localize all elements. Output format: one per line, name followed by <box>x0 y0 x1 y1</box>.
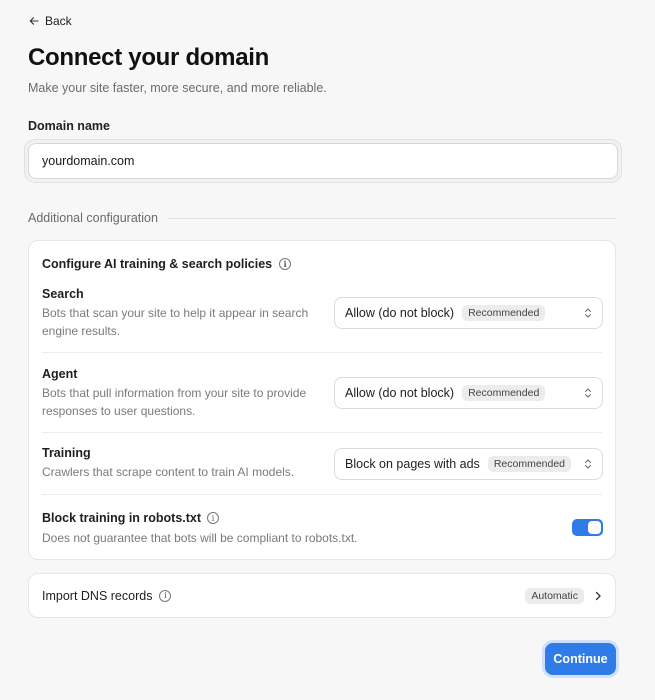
recommended-badge: Recommended <box>487 456 572 472</box>
dns-label: Import DNS records <box>42 588 153 603</box>
ai-policies-title-text: Configure AI training & search policies <box>42 257 273 271</box>
info-icon[interactable]: i <box>279 258 292 270</box>
search-policy-select[interactable]: Allow (do not block) Recommended <box>334 297 603 329</box>
ai-policies-card: Configure AI training & search policies … <box>28 240 616 560</box>
domain-name-input[interactable] <box>28 143 618 179</box>
toggle-knob <box>588 521 601 534</box>
row-divider <box>42 352 602 353</box>
policy-description: Crawlers that scrape content to train AI… <box>42 465 295 479</box>
section-divider <box>167 217 616 219</box>
chevron-up-down-icon <box>584 458 592 470</box>
select-value: Allow (do not block) <box>345 306 455 320</box>
row-divider <box>42 494 602 495</box>
row-divider <box>42 432 602 433</box>
select-value: Allow (do not block) <box>345 386 455 400</box>
info-icon[interactable]: i <box>159 589 172 602</box>
policy-description: Bots that pull information from your sit… <box>42 386 307 418</box>
import-dns-records-row[interactable]: Import DNS records i Automatic <box>28 573 616 618</box>
robots-title-wrap: Block training in robots.txt i <box>42 511 220 525</box>
chevron-up-down-icon <box>584 387 592 399</box>
info-icon[interactable]: i <box>207 512 220 524</box>
domain-name-label: Domain name <box>28 119 110 133</box>
select-value: Block on pages with ads <box>345 457 480 471</box>
policy-title: Search <box>42 287 84 301</box>
training-policy-select[interactable]: Block on pages with ads Recommended <box>334 448 603 480</box>
robots-title: Block training in robots.txt <box>42 511 202 525</box>
policy-title: Agent <box>42 367 78 381</box>
recommended-badge: Recommended <box>462 385 546 401</box>
chevron-right-icon <box>595 591 601 600</box>
policy-title: Training <box>42 446 91 460</box>
automatic-badge: Automatic <box>525 587 584 604</box>
continue-button[interactable]: Continue <box>545 643 616 675</box>
agent-policy-select[interactable]: Allow (do not block) Recommended <box>334 377 603 409</box>
page-title: Connect your domain <box>28 44 269 71</box>
back-label: Back <box>45 14 72 28</box>
robots-toggle[interactable] <box>572 519 603 536</box>
back-link[interactable]: Back <box>29 14 72 28</box>
robots-description: Does not guarantee that bots will be com… <box>42 531 358 545</box>
dns-label-wrap: Import DNS records i <box>42 588 172 603</box>
section-label: Additional configuration <box>28 211 158 225</box>
dns-right: Automatic <box>525 587 602 604</box>
ai-policies-title: Configure AI training & search policies … <box>42 257 292 271</box>
chevron-up-down-icon <box>584 307 592 319</box>
policy-description: Bots that scan your site to help it appe… <box>42 306 309 338</box>
recommended-badge: Recommended <box>462 305 546 321</box>
arrow-left-icon <box>29 17 39 25</box>
additional-configuration-header: Additional configuration <box>28 211 616 225</box>
domain-input-wrapper <box>24 139 622 183</box>
page-subtitle: Make your site faster, more secure, and … <box>28 81 327 95</box>
